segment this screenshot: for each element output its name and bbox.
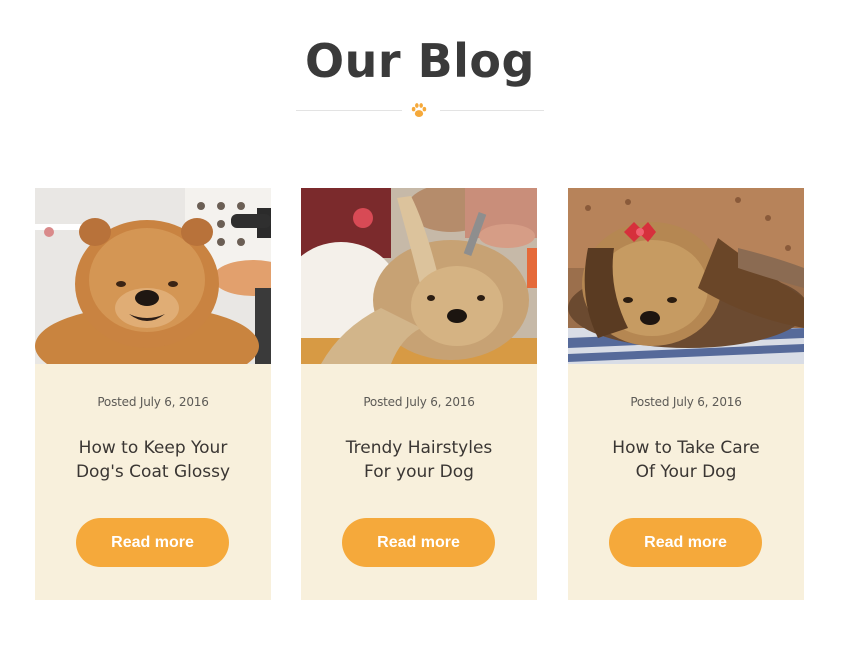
post-date: Posted July 6, 2016 — [630, 395, 742, 409]
post-title-line: Dog's Coat Glossy — [75, 462, 231, 482]
blog-card: Posted July 6, 2016 How to Take Care Of … — [568, 188, 804, 600]
blog-post-image[interactable] — [35, 188, 271, 364]
blog-card: Posted July 6, 2016 How to Keep Your Dog… — [35, 188, 271, 600]
post-date: Posted July 6, 2016 — [363, 395, 475, 409]
blog-post-image[interactable] — [301, 188, 537, 364]
post-title-line: How to Keep Your — [78, 438, 228, 458]
post-title[interactable]: How to Keep Your Dog's Coat Glossy — [45, 436, 261, 484]
title-divider — [296, 103, 544, 118]
blog-post-image[interactable] — [568, 188, 804, 364]
post-title-line: Trendy Hairstyles — [345, 438, 493, 458]
paw-icon — [411, 103, 427, 118]
post-title-line: For your Dog — [364, 462, 474, 482]
post-date: Posted July 6, 2016 — [97, 395, 209, 409]
post-title[interactable]: Trendy Hairstyles For your Dog — [311, 436, 527, 484]
section-title: Our Blog — [305, 34, 535, 88]
blog-section-header: Our Blog — [0, 28, 840, 94]
read-more-button[interactable]: Read more — [342, 518, 495, 567]
post-title-line: How to Take Care — [612, 438, 760, 458]
divider-line-right — [440, 110, 544, 111]
read-more-button[interactable]: Read more — [76, 518, 229, 567]
read-more-button[interactable]: Read more — [609, 518, 762, 567]
blog-card: Posted July 6, 2016 Trendy Hairstyles Fo… — [301, 188, 537, 600]
post-title[interactable]: How to Take Care Of Your Dog — [578, 436, 794, 484]
divider-line-left — [296, 110, 402, 111]
post-title-line: Of Your Dog — [635, 462, 737, 482]
